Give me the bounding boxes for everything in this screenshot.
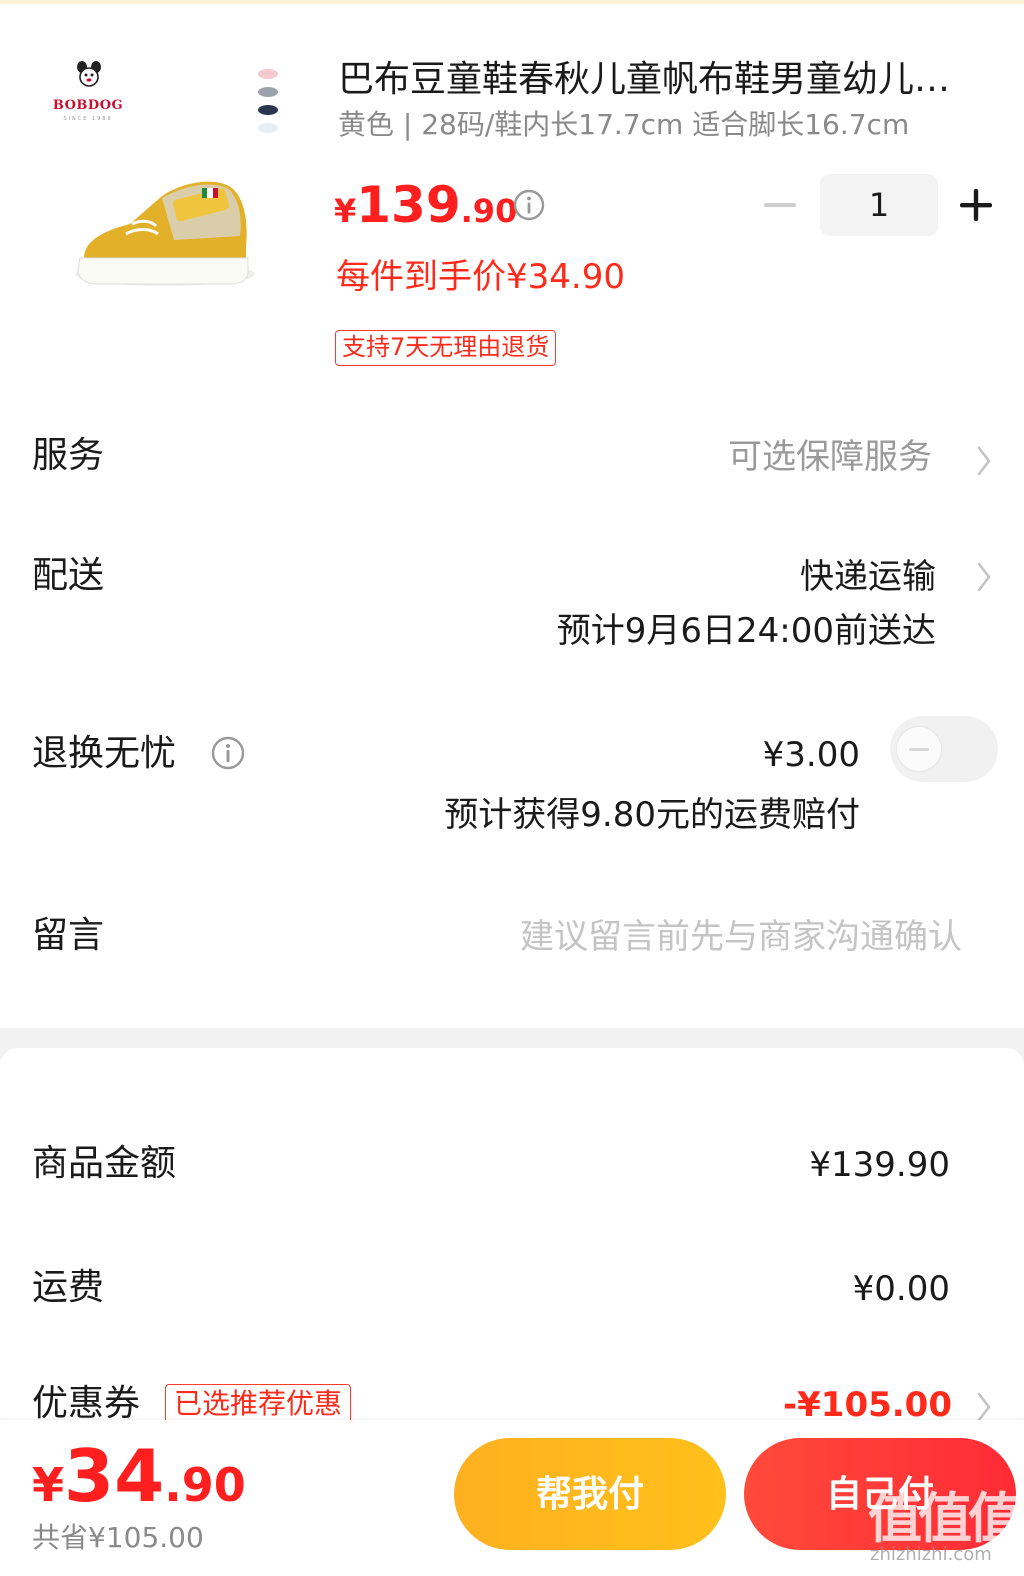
return-insurance-toggle[interactable] — [890, 716, 998, 782]
info-icon[interactable] — [512, 188, 546, 222]
return-insurance-note: 预计获得9.80元的运费赔付 — [444, 795, 860, 835]
product-title[interactable]: 巴布豆童鞋春秋儿童帆布鞋男童幼儿… — [338, 56, 998, 104]
message-label: 留言 — [32, 915, 105, 956]
unit-price: 每件到手价¥34.90 — [336, 257, 625, 297]
service-label: 服务 — [32, 435, 105, 476]
brand-since: SINCE 1988 — [63, 116, 113, 122]
plus-icon[interactable] — [954, 174, 998, 236]
total-decimal: .90 — [164, 1458, 246, 1512]
return-policy-badge: 支持7天无理由退货 — [335, 330, 557, 366]
quantity-input[interactable]: 1 — [820, 174, 938, 236]
quantity-stepper: 1 — [758, 174, 998, 236]
goods-amount-value: ¥139.90 — [809, 1145, 950, 1185]
watermark: 值值值 zhizhizhi.com — [868, 1474, 1022, 1570]
color-swatches-icon — [258, 69, 278, 133]
brand-mascot-icon — [77, 61, 101, 87]
summary-card-top — [0, 1048, 1024, 1072]
price-symbol: ¥ — [334, 192, 357, 230]
total-integer: 34 — [64, 1434, 165, 1518]
chevron-right-icon[interactable] — [974, 560, 994, 594]
savings-text: 共省¥105.00 — [32, 1521, 204, 1554]
info-icon[interactable] — [210, 735, 246, 771]
shipping-label: 运费 — [32, 1267, 105, 1308]
watermark-mark: 值值值 — [868, 1487, 1022, 1550]
return-insurance-price: ¥3.00 — [762, 735, 860, 775]
shoe-illustration — [75, 181, 255, 286]
total-price: ¥ 34 .90 — [32, 1434, 246, 1518]
toggle-knob — [896, 726, 942, 772]
service-value[interactable]: 可选保障服务 — [728, 434, 932, 480]
help-pay-button[interactable]: 帮我付 — [454, 1438, 726, 1550]
watermark-url: zhizhizhi.com — [870, 1544, 992, 1565]
chevron-right-icon[interactable] — [974, 444, 994, 478]
minus-icon[interactable] — [758, 174, 802, 236]
delivery-method[interactable]: 快递运输 — [800, 554, 936, 600]
price-decimal: .90 — [460, 192, 518, 230]
brand-logo: BOBDOG SINCE 1988 — [50, 60, 126, 126]
delivery-label: 配送 — [32, 555, 105, 596]
coupon-badge[interactable]: 已选推荐优惠 — [165, 1384, 352, 1424]
price-integer: 139 — [356, 176, 461, 234]
goods-amount-label: 商品金额 — [32, 1143, 177, 1184]
message-input[interactable]: 建议留言前先与商家沟通确认 — [520, 914, 962, 960]
return-insurance-label: 退换无忧 — [32, 733, 177, 774]
shipping-value: ¥0.00 — [852, 1269, 950, 1309]
total-symbol: ¥ — [32, 1458, 65, 1512]
brand-name: BOBDOG — [52, 98, 124, 113]
product-card: BOBDOG SINCE 1988 巴布豆童鞋春秋儿童帆布鞋男童幼儿… 黄色 |… — [0, 4, 1024, 394]
product-spec[interactable]: 黄色 | 28码/鞋内长17.7cm 适合脚长16.7cm — [338, 106, 998, 144]
product-price: ¥ 139 .90 — [334, 176, 517, 236]
chevron-right-icon[interactable] — [974, 1390, 994, 1424]
delivery-eta: 预计9月6日24:00前送达 — [556, 611, 936, 651]
